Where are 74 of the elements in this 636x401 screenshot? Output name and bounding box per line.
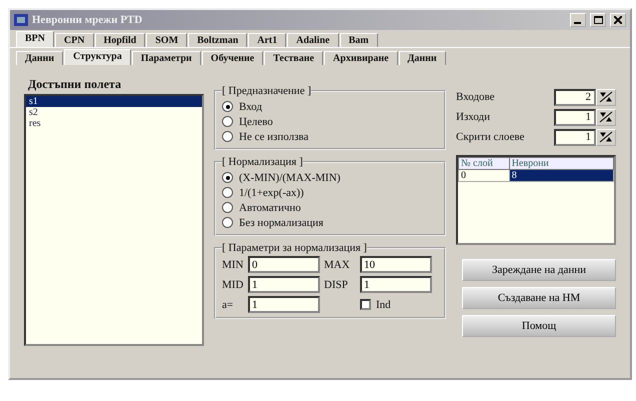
spin-button[interactable] — [596, 128, 616, 146]
minimize-button[interactable] — [570, 13, 586, 27]
radio-label: Вход — [239, 100, 262, 112]
tab[interactable]: Boltzman — [188, 33, 248, 47]
radio-label: Автоматично — [239, 202, 301, 214]
action-button[interactable]: Създаване на НМ — [462, 287, 616, 309]
radio-label: Целево — [239, 116, 273, 128]
list-item[interactable]: res — [26, 118, 202, 129]
tab[interactable]: CPN — [55, 33, 94, 47]
radio-button[interactable] — [222, 101, 233, 112]
radio-label: (X-MIN)/(MAX-MIN) — [239, 172, 340, 184]
tab[interactable]: Структура — [64, 49, 131, 65]
tab[interactable]: SOM — [146, 33, 188, 47]
tab[interactable]: Данни — [398, 51, 446, 65]
tab[interactable]: Обучение — [202, 51, 264, 65]
tab[interactable]: Архивиране — [324, 51, 398, 65]
radio-label: Без нормализация — [239, 216, 324, 228]
radio-label: 1/(1+exp(-ax)) — [239, 186, 304, 198]
table-cell: 8 — [509, 170, 614, 182]
spin-button[interactable] — [596, 88, 616, 106]
tab[interactable]: Bam — [340, 33, 378, 47]
app-icon — [14, 14, 28, 26]
input-field[interactable]: 1 — [360, 276, 432, 293]
tab[interactable]: Тестване — [264, 51, 324, 65]
number-field[interactable]: 1 — [554, 128, 596, 146]
tab[interactable]: BPN — [16, 31, 54, 47]
input-field[interactable]: 0 — [248, 256, 320, 273]
list-item[interactable]: s1 — [26, 96, 202, 107]
group-title: [ Параметри за нормализация ] — [222, 242, 367, 254]
field-label: MIN — [222, 258, 244, 270]
list-item[interactable]: s2 — [26, 107, 202, 118]
field-label: DISP — [324, 278, 349, 290]
close-button[interactable] — [610, 13, 626, 27]
table-cell: 0 — [458, 170, 510, 182]
input-field[interactable]: 1 — [248, 296, 320, 313]
tab[interactable]: Adaline — [287, 33, 339, 47]
group-title: [ Нормализация ] — [222, 156, 303, 168]
spinner-label: Изходи — [456, 111, 492, 123]
radio-button[interactable] — [222, 202, 233, 213]
spinner-label: Входове — [456, 91, 496, 103]
list-title: Достъпни полета — [28, 77, 122, 92]
spinner-label: Скрити слоеве — [456, 131, 526, 143]
close-icon — [614, 16, 622, 24]
field-label: a= — [222, 298, 234, 310]
spin-button[interactable] — [596, 108, 616, 126]
radio-button[interactable] — [222, 187, 233, 198]
tab[interactable]: Параметри — [132, 51, 201, 65]
tab[interactable]: Hopfild — [94, 33, 146, 47]
spin-icon — [599, 131, 613, 143]
action-button[interactable]: Помощ — [462, 315, 616, 337]
column-header: № слой — [458, 158, 510, 170]
spin-icon — [599, 91, 613, 103]
field-label: MAX — [324, 258, 351, 270]
radio-button[interactable] — [222, 116, 233, 127]
radio-button[interactable] — [222, 131, 233, 142]
window-title: Невронни мрежи PTD — [32, 14, 144, 26]
tab[interactable]: Art1 — [248, 33, 286, 47]
number-field[interactable]: 1 — [554, 108, 596, 126]
input-field[interactable]: 10 — [360, 256, 432, 273]
spin-icon — [599, 111, 613, 123]
radio-button[interactable] — [222, 172, 233, 183]
checkbox[interactable] — [360, 299, 371, 310]
maximize-icon — [594, 16, 602, 24]
maximize-button[interactable] — [590, 13, 606, 27]
number-field[interactable]: 2 — [554, 88, 596, 106]
radio-label: Не се използва — [239, 130, 308, 142]
field-label: MID — [222, 278, 244, 290]
radio-button[interactable] — [222, 217, 233, 228]
checkbox-label: Ind — [376, 298, 391, 310]
group-title: [ Предназначение ] — [222, 85, 312, 97]
tab[interactable]: Данни — [16, 51, 64, 65]
action-button[interactable]: Зареждане на данни — [462, 259, 616, 281]
input-field[interactable]: 1 — [248, 276, 320, 293]
column-header: Неврони — [509, 158, 614, 170]
